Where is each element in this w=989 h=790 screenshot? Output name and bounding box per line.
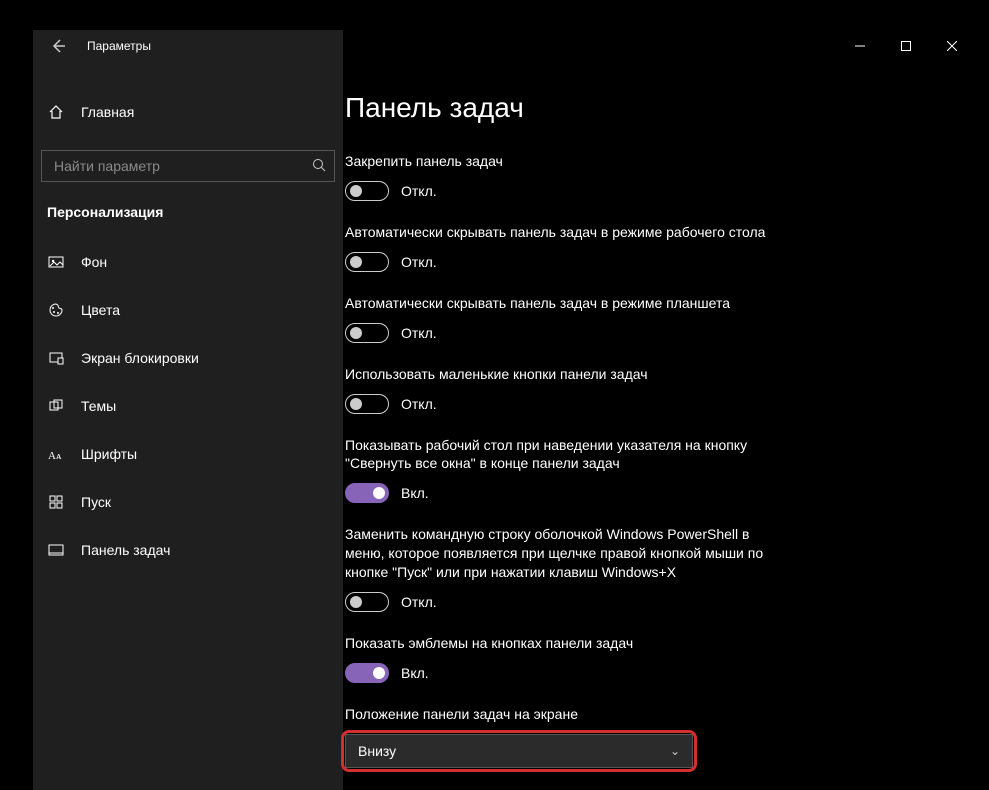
toggle-state-text: Откл. [401,594,437,610]
search-input[interactable] [54,158,312,174]
sidebar-item-themes[interactable]: Темы [33,382,343,430]
close-button[interactable] [929,30,975,62]
home-icon [47,103,65,121]
setting-label: Автоматически скрывать панель задач в ре… [345,294,785,313]
sidebar: Главная Персонализация Фон Цве [33,62,343,790]
search-box[interactable] [41,150,335,182]
maximize-button[interactable] [883,30,929,62]
taskbar-position-dropdown[interactable]: Внизу ⌄ [345,734,693,768]
themes-icon [47,397,65,415]
toggle-switch[interactable] [345,323,389,343]
minimize-button[interactable] [837,30,883,62]
toggle-state-text: Откл. [401,183,437,199]
sidebar-section-title: Персонализация [33,190,343,228]
lockscreen-icon [47,349,65,367]
setting-label: Использовать маленькие кнопки панели зад… [345,365,785,384]
sidebar-item-label: Цвета [81,302,120,318]
setting-label: Показывать рабочий стол при наведении ук… [345,436,785,474]
toggle-knob [350,256,362,268]
sidebar-item-label: Темы [81,398,116,414]
titlebar: Параметры [33,30,975,62]
dropdown-value: Внизу [358,743,396,759]
setting-label: Закрепить панель задач [345,152,785,171]
toggle-switch[interactable] [345,483,389,503]
toggle-switch[interactable] [345,663,389,683]
toggle-state-text: Откл. [401,325,437,341]
sidebar-item-label: Панель задач [81,542,170,558]
sidebar-item-label: Пуск [81,494,111,510]
sidebar-item-label: Фон [81,254,107,270]
app-title: Параметры [87,39,151,53]
palette-icon [47,301,65,319]
taskbar-icon [47,541,65,559]
position-label: Положение панели задач на экране [345,705,785,724]
setting-label: Автоматически скрывать панель задач в ре… [345,223,785,242]
toggle-state-text: Откл. [401,396,437,412]
toggle-state-text: Откл. [401,254,437,270]
sidebar-item-label: Шрифты [81,446,137,462]
toggle-switch[interactable] [345,181,389,201]
sidebar-item-taskbar[interactable]: Панель задач [33,526,343,574]
back-arrow-icon [50,38,66,54]
main-content: Панель задач Закрепить панель задач Откл… [343,62,975,790]
back-button[interactable] [43,31,73,61]
minimize-icon [855,41,865,51]
sidebar-nav-list: Фон Цвета Экран блокировки Темы Aᴀ Шрифт… [33,238,343,574]
page-title: Панель задач [345,92,945,124]
toggle-knob [373,667,385,679]
toggle-knob [350,398,362,410]
sidebar-item-start[interactable]: Пуск [33,478,343,526]
toggle-switch[interactable] [345,252,389,272]
sidebar-home[interactable]: Главная [33,90,343,134]
svg-text:Aᴀ: Aᴀ [48,450,62,462]
sidebar-home-label: Главная [81,104,134,120]
toggle-switch[interactable] [345,592,389,612]
toggle-knob [350,327,362,339]
setting-label: Показать эмблемы на кнопках панели задач [345,634,785,653]
maximize-icon [901,41,911,51]
toggle-knob [350,596,362,608]
toggle-knob [350,185,362,197]
sidebar-item-colors[interactable]: Цвета [33,286,343,334]
toggle-switch[interactable] [345,394,389,414]
sidebar-item-label: Экран блокировки [81,350,199,366]
fonts-icon: Aᴀ [47,445,65,463]
close-icon [947,41,957,51]
toggle-knob [373,487,385,499]
sidebar-item-background[interactable]: Фон [33,238,343,286]
toggle-state-text: Вкл. [401,665,429,681]
setting-label: Заменить командную строку оболочкой Wind… [345,525,785,582]
sidebar-item-lockscreen[interactable]: Экран блокировки [33,334,343,382]
sidebar-item-fonts[interactable]: Aᴀ Шрифты [33,430,343,478]
search-icon [312,158,326,175]
start-icon [47,493,65,511]
toggle-state-text: Вкл. [401,485,429,501]
picture-icon [47,253,65,271]
